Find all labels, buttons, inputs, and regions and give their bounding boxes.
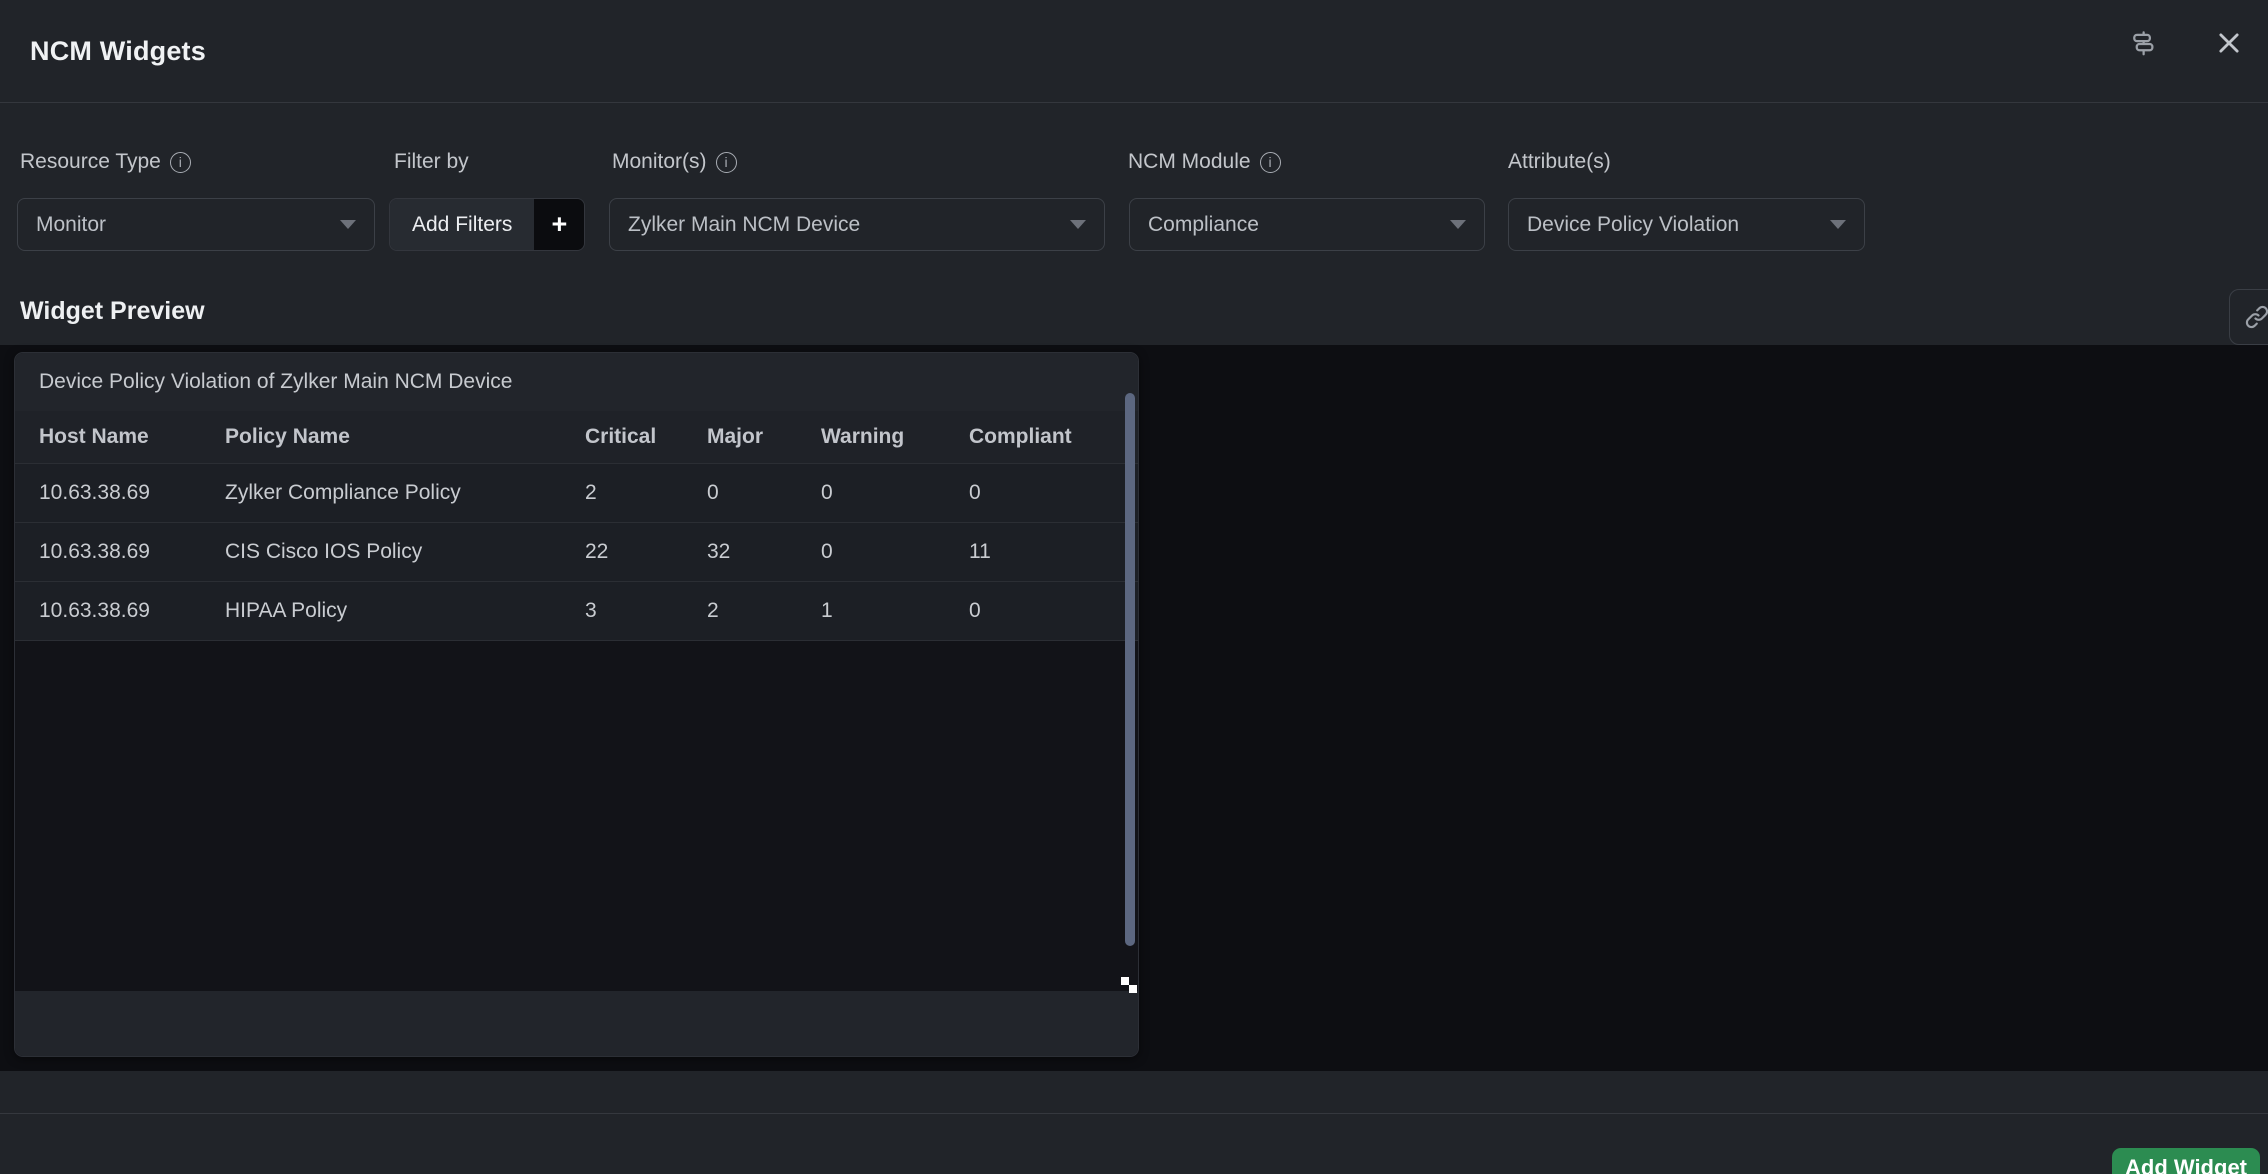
attributes-label: Attribute(s) — [1508, 150, 1611, 174]
chevron-down-icon — [1450, 220, 1466, 229]
header-actions — [2126, 26, 2246, 60]
table-cell: 2 — [707, 599, 821, 623]
table-cell: HIPAA Policy — [225, 599, 585, 623]
column-header: Host Name — [39, 425, 225, 449]
chevron-down-icon — [340, 220, 356, 229]
column-header: Major — [707, 425, 821, 449]
table-cell: 0 — [969, 481, 1138, 505]
attributes-dropdown[interactable]: Device Policy Violation — [1508, 198, 1865, 251]
resource-type-dropdown[interactable]: Monitor — [17, 198, 375, 251]
table-cell: 1 — [821, 599, 969, 623]
close-icon[interactable] — [2212, 26, 2246, 60]
widget-titlebar: Device Policy Violation of Zylker Main N… — [15, 353, 1138, 411]
table-cell: 22 — [585, 540, 707, 564]
widget-layout-icon[interactable] — [2126, 26, 2160, 60]
widget-preview-canvas: Device Policy Violation of Zylker Main N… — [0, 345, 2268, 1071]
ncm-module-label: NCM Module i — [1128, 150, 1281, 174]
widget-preview-heading: Widget Preview — [20, 297, 205, 326]
table-row: 10.63.38.69CIS Cisco IOS Policy2232011 — [15, 522, 1138, 581]
ncm-widgets-modal: NCM Widgets Resource Type i Monitor — [0, 0, 2268, 1174]
table-cell: 32 — [707, 540, 821, 564]
column-header: Critical — [585, 425, 707, 449]
filter-by-label: Filter by — [394, 150, 469, 174]
table-cell: 0 — [821, 540, 969, 564]
monitors-label: Monitor(s) i — [612, 150, 737, 174]
widget-empty-area — [15, 640, 1138, 991]
column-header: Compliant — [969, 425, 1138, 449]
table-cell: 10.63.38.69 — [39, 599, 225, 623]
table-cell: 2 — [585, 481, 707, 505]
info-icon[interactable]: i — [170, 152, 191, 173]
table-cell: 3 — [585, 599, 707, 623]
modal-header: NCM Widgets — [0, 0, 2268, 103]
add-widget-button[interactable]: Add Widget — [2112, 1148, 2260, 1174]
monitors-dropdown[interactable]: Zylker Main NCM Device — [609, 198, 1105, 251]
table-body: 10.63.38.69Zylker Compliance Policy20001… — [15, 463, 1138, 640]
widget-footer-bar — [15, 991, 1138, 1056]
resource-type-label: Resource Type i — [20, 150, 191, 174]
scrollbar[interactable] — [1125, 393, 1135, 946]
add-filters-button[interactable]: Add Filters + — [389, 198, 585, 251]
table-cell: 0 — [707, 481, 821, 505]
link-icon[interactable] — [2229, 289, 2268, 345]
table-cell: 0 — [969, 599, 1138, 623]
info-icon[interactable]: i — [1260, 152, 1281, 173]
table-cell: 0 — [821, 481, 969, 505]
table-cell: 11 — [969, 540, 1138, 564]
chevron-down-icon — [1830, 220, 1846, 229]
table-row: 10.63.38.69Zylker Compliance Policy2000 — [15, 463, 1138, 522]
column-header: Policy Name — [225, 425, 585, 449]
table-cell: CIS Cisco IOS Policy — [225, 540, 585, 564]
table-row: 10.63.38.69HIPAA Policy3210 — [15, 581, 1138, 640]
table-cell: Zylker Compliance Policy — [225, 481, 585, 505]
preview-widget: Device Policy Violation of Zylker Main N… — [14, 352, 1139, 1057]
table-cell: 10.63.38.69 — [39, 540, 225, 564]
page-title: NCM Widgets — [30, 36, 206, 67]
chevron-down-icon — [1070, 220, 1086, 229]
filter-bar: Resource Type i Monitor Filter by Add Fi… — [0, 104, 2268, 345]
table-header-row: Host NamePolicy NameCriticalMajorWarning… — [15, 411, 1138, 463]
ncm-module-dropdown[interactable]: Compliance — [1129, 198, 1485, 251]
widget-title: Device Policy Violation of Zylker Main N… — [39, 370, 512, 394]
plus-icon[interactable]: + — [534, 199, 584, 250]
info-icon[interactable]: i — [716, 152, 737, 173]
resize-handle-icon[interactable] — [1121, 977, 1139, 995]
table-cell: 10.63.38.69 — [39, 481, 225, 505]
footer-divider — [0, 1113, 2268, 1114]
column-header: Warning — [821, 425, 969, 449]
modal-footer: Add Widget — [0, 1071, 2268, 1174]
